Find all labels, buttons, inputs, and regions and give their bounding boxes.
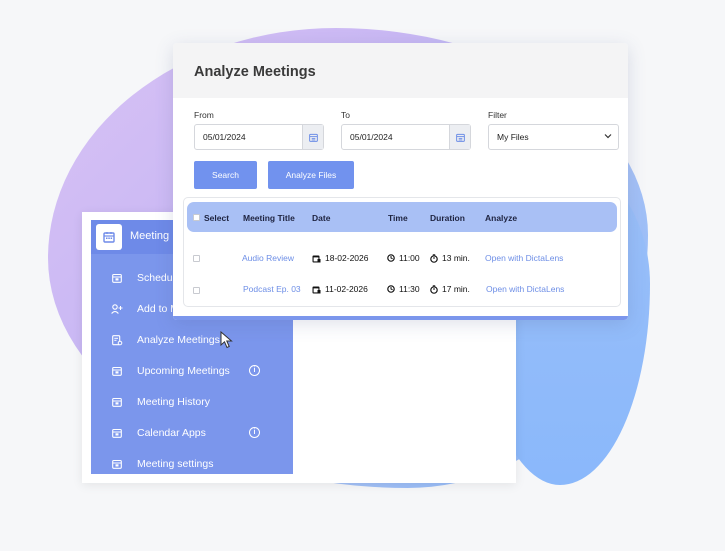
from-date-field[interactable]: 05/01/2024 [194, 124, 324, 150]
calendar-icon[interactable] [449, 125, 470, 149]
info-icon[interactable]: i [249, 427, 260, 438]
mouse-cursor-icon [220, 330, 234, 354]
calendar-icon[interactable] [302, 125, 323, 149]
date-icon [312, 255, 321, 262]
sidebar-header-label: Meeting [130, 230, 170, 242]
calendar-icon [111, 365, 123, 377]
from-label: From [194, 110, 214, 120]
timer-icon [430, 284, 438, 294]
column-header: Time [388, 213, 408, 223]
duration-cell: 17 min. [430, 284, 470, 294]
date-icon [312, 286, 321, 293]
row-checkbox[interactable] [193, 287, 200, 294]
filter-label: Filter [488, 110, 507, 120]
sidebar-item-analyze-meetings[interactable]: Analyze Meetings [91, 329, 293, 351]
duration-value: 17 min. [442, 284, 470, 294]
info-icon[interactable]: i [249, 365, 260, 376]
table-header: Select Meeting Title Date Time Duration … [187, 202, 617, 232]
meeting-title-link[interactable]: Podcast Ep. 03 [243, 284, 301, 294]
time-value: 11:30 [399, 284, 420, 294]
column-header: Duration [430, 213, 465, 223]
sidebar-item-label: Analyze Meetings [137, 334, 220, 346]
time-value: 11:00 [399, 253, 420, 263]
analyze-files-button[interactable]: Analyze Files [268, 161, 354, 189]
date-value: 11-02-2026 [325, 284, 368, 294]
time-cell: 11:30 [387, 284, 420, 294]
calendar-icon [96, 224, 122, 250]
date-value: 18-02-2026 [325, 253, 369, 263]
filter-value: My Files [497, 132, 529, 142]
analyze-doc-icon [111, 334, 123, 346]
page-title: Analyze Meetings [173, 43, 628, 98]
sidebar-item-label: Upcoming Meetings [137, 365, 230, 377]
clock-icon [387, 254, 395, 262]
sidebar-item-label: Meeting History [137, 396, 210, 408]
sidebar-item-meeting-settings[interactable]: Meeting settings [91, 453, 293, 475]
row-checkbox[interactable] [193, 255, 200, 262]
open-with-dictalens-link[interactable]: Open with DictaLens [485, 253, 563, 263]
column-header: Analyze [485, 213, 518, 223]
column-header: Date [312, 213, 331, 223]
chevron-down-icon [604, 132, 612, 142]
column-header: Meeting Title [243, 213, 295, 223]
date-cell: 18-02-2026 [312, 253, 368, 263]
sidebar-item-label: Calendar Apps [137, 427, 206, 439]
to-date-field[interactable]: 05/01/2024 [341, 124, 471, 150]
select-all-checkbox[interactable] [193, 214, 200, 221]
filter-select[interactable]: My Files [488, 124, 619, 150]
column-header: Select [204, 213, 230, 223]
time-cell: 11:00 [387, 253, 420, 263]
search-button[interactable]: Search [194, 161, 257, 189]
analyze-meetings-card: Analyze Meetings From 05/01/2024 To 05/0… [173, 43, 628, 320]
open-with-dictalens-link[interactable]: Open with DictaLens [486, 284, 564, 294]
sidebar-item-label: Schedu [137, 272, 173, 284]
sidebar-item-upcoming-meetings[interactable]: Upcoming Meetings i [91, 360, 293, 382]
calendar-icon [111, 427, 123, 439]
clock-icon [387, 285, 395, 293]
timer-icon [430, 253, 438, 263]
to-date-value: 05/01/2024 [350, 132, 393, 142]
calendar-icon [111, 458, 123, 470]
meeting-title-link[interactable]: Audio Review [242, 253, 294, 263]
duration-value: 13 min. [442, 253, 470, 263]
calendar-icon [111, 396, 123, 408]
sidebar-item-meeting-history[interactable]: Meeting History [91, 391, 293, 413]
sidebar-item-label: Meeting settings [137, 458, 214, 470]
from-date-value: 05/01/2024 [203, 132, 246, 142]
calendar-icon [111, 272, 123, 284]
sidebar-item-calendar-apps[interactable]: Calendar Apps i [91, 422, 293, 444]
card-bottom-accent [173, 316, 628, 320]
to-label: To [341, 110, 350, 120]
duration-cell: 13 min. [430, 253, 470, 263]
date-cell: 11-02-2026 [312, 284, 368, 294]
meetings-table: Select Meeting Title Date Time Duration … [183, 197, 621, 307]
add-user-icon [111, 303, 123, 315]
